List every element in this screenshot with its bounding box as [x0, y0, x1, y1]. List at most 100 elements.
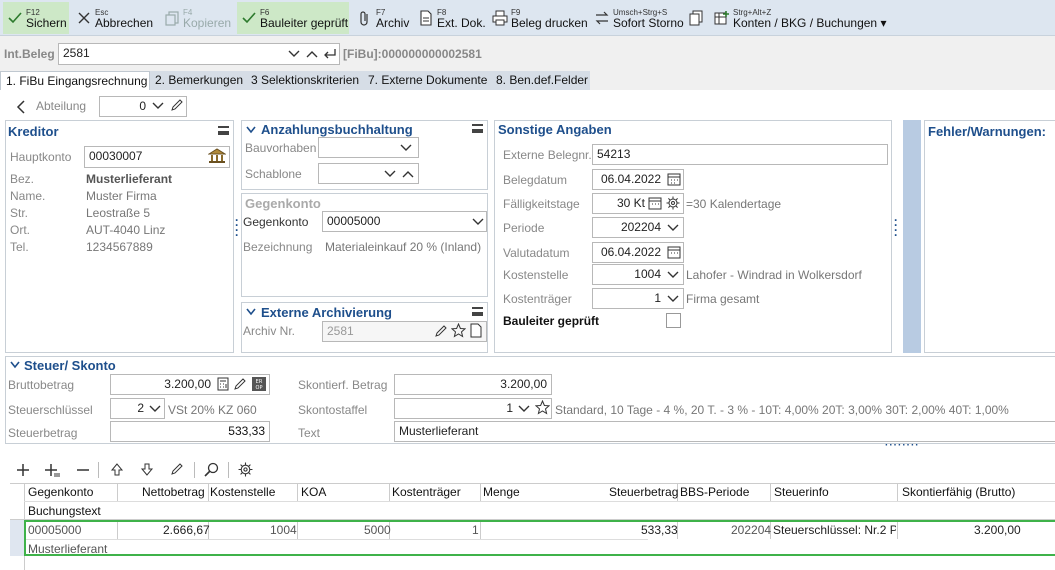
row-koa[interactable]: 5000 [364, 523, 391, 537]
chevron-up-icon[interactable] [306, 49, 318, 59]
menu-icon[interactable] [218, 126, 229, 135]
ext-belegnr-input[interactable]: 54213 [592, 144, 888, 165]
splitter-handle[interactable]: · · · · [235, 214, 239, 241]
row-bbs-periode[interactable]: 202204 [731, 523, 771, 537]
tab-externe-dokumente[interactable]: 7. Externe Dokumente [363, 71, 492, 91]
star-icon[interactable] [451, 323, 466, 338]
col-koa[interactable]: KOA [301, 485, 326, 499]
col-steuerinfo[interactable]: Steuerinfo [774, 485, 829, 499]
bank-icon[interactable] [208, 148, 226, 164]
menu-icon[interactable] [472, 124, 483, 133]
arrow-down-icon[interactable] [140, 462, 154, 477]
splitter-handle[interactable]: · · · · [893, 120, 901, 353]
gegenkonto-select[interactable]: 00005000 [322, 211, 487, 232]
chevron-down-icon[interactable] [246, 126, 256, 134]
chevron-down-icon[interactable] [400, 143, 412, 153]
chevron-down-icon[interactable] [472, 217, 484, 227]
col-kostentraeger[interactable]: Kostenträger [392, 485, 461, 499]
calendar-icon[interactable] [667, 172, 681, 186]
document-icon[interactable] [469, 323, 483, 338]
copy-button[interactable]: F4 Kopieren [160, 2, 234, 34]
col-bbs-periode[interactable]: BBS-Periode [680, 485, 749, 499]
tab-fibu-eingangsrechnung[interactable]: 1. FiBu Eingangsrechnung [0, 71, 150, 91]
menu-icon[interactable] [472, 307, 483, 316]
bruttobetrag-label: Bruttobetrag [8, 378, 75, 392]
row-steuerinfo[interactable]: Steuerschlüssel: Nr.2 Pr [773, 523, 896, 537]
chevron-up-icon[interactable] [402, 169, 414, 179]
chevron-left-icon[interactable] [16, 100, 26, 114]
skontierf-betrag-input[interactable]: 3.200,00 [394, 374, 552, 395]
swap-arrows-icon [595, 11, 609, 25]
chevron-down-icon[interactable] [288, 49, 300, 59]
chevron-down-icon[interactable] [149, 404, 161, 414]
chevron-down-icon[interactable] [667, 270, 679, 280]
chevron-down-icon[interactable] [667, 223, 679, 233]
arrow-up-icon[interactable] [110, 462, 124, 477]
row-skontierfaehig[interactable]: 3.200,00 [974, 523, 1021, 537]
enter-icon[interactable] [323, 48, 337, 60]
faelligkeit-label: Fälligkeitstage [503, 197, 580, 211]
col-steuerbetrag[interactable]: Steuerbetrag [609, 485, 678, 499]
ext-doc-button[interactable]: F8 Ext. Dok. [414, 2, 486, 34]
row-kostentraeger[interactable]: 1 [472, 523, 479, 537]
row-selector[interactable] [10, 520, 24, 556]
pencil-icon[interactable] [170, 98, 184, 112]
steuerbetrag-input[interactable]: 533,33 [110, 421, 270, 442]
chevron-down-icon[interactable] [518, 404, 530, 414]
erp-icon[interactable]: EROP [251, 376, 267, 392]
calendar-icon[interactable] [667, 245, 681, 259]
pencil-icon[interactable] [170, 462, 184, 476]
calculator-icon[interactable] [216, 377, 230, 391]
row-kostenstelle[interactable]: 1004 [270, 523, 297, 537]
kostentraeger-note: Firma gesamt [686, 292, 760, 306]
gear-icon[interactable] [238, 462, 253, 477]
add-rows-icon[interactable] [44, 463, 60, 477]
save-button[interactable]: F12 Sichern [3, 2, 69, 34]
storno-button[interactable]: Umsch+Strg+S Sofort Storno [590, 2, 684, 34]
col-nettobetrag[interactable]: Nettobetrag [142, 485, 205, 499]
calendar-icon[interactable] [648, 196, 662, 210]
row-steuerbetrag[interactable]: 533,33 [641, 523, 678, 537]
chevron-down-icon[interactable] [152, 101, 164, 111]
star-icon[interactable] [535, 400, 550, 415]
col-menge[interactable]: Menge [483, 485, 520, 499]
print-button[interactable]: F9 Beleg drucken [488, 2, 588, 34]
faelligkeit-note: =30 Kalendertage [686, 197, 782, 211]
pencil-icon[interactable] [434, 324, 448, 338]
search-icon[interactable] [204, 462, 219, 477]
archive-button[interactable]: F7 Archiv [353, 2, 411, 34]
accounts-button[interactable]: Strg+Alt+Z Konten / BKG / Buchungen ▾ [710, 2, 890, 34]
close-icon [78, 12, 90, 24]
kreditor-bez: Musterlieferant [86, 172, 173, 186]
copy-documents-button[interactable] [684, 2, 708, 34]
row-buchungstext[interactable]: Musterlieferant [28, 542, 107, 556]
skontierf-betrag-label: Skontierf. Betrag [298, 378, 388, 392]
add-icon[interactable] [16, 463, 30, 477]
chevron-down-icon[interactable] [10, 361, 20, 369]
bauleiter-checkbox[interactable] [666, 313, 681, 328]
tab-selektionskriterien[interactable]: 3 Selektionskriterien [246, 71, 364, 91]
splitter-handle[interactable]: ········ [885, 440, 920, 451]
abteilung-label: Abteilung [36, 99, 87, 113]
chevron-down-icon[interactable] [667, 294, 679, 304]
chevron-down-icon[interactable] [246, 308, 256, 316]
tab-ben-def-felder[interactable]: 8. Ben.def.Felder [491, 71, 593, 91]
gear-icon[interactable] [666, 196, 680, 210]
collapsed-panel-bar[interactable] [903, 120, 921, 353]
col-kostenstelle[interactable]: Kostenstelle [210, 485, 275, 499]
anzahlung-title: Anzahlungsbuchhaltung [261, 122, 413, 137]
col-skontierfaehig[interactable]: Skontierfähig (Brutto) [902, 485, 1015, 499]
cancel-button[interactable]: Esc Abbrechen [72, 2, 156, 34]
bauleiter-checked-button[interactable]: F6 Bauleiter geprüft [237, 2, 349, 34]
chevron-down-icon[interactable] [384, 169, 396, 179]
tab-bemerkungen[interactable]: 2. Bemerkungen [150, 71, 248, 91]
add-table-icon [714, 11, 729, 25]
remove-icon[interactable] [76, 463, 90, 477]
row-gegenkonto[interactable]: 00005000 [28, 523, 81, 537]
schablone-label: Schablone [245, 167, 302, 181]
row-nettobetrag[interactable]: 2.666,67 [163, 523, 210, 537]
text-input[interactable]: Musterlieferant [394, 421, 1055, 442]
col-gegenkonto[interactable]: Gegenkonto [28, 485, 93, 499]
pencil-icon[interactable] [233, 377, 247, 391]
col-buchungstext[interactable]: Buchungstext [28, 504, 101, 518]
